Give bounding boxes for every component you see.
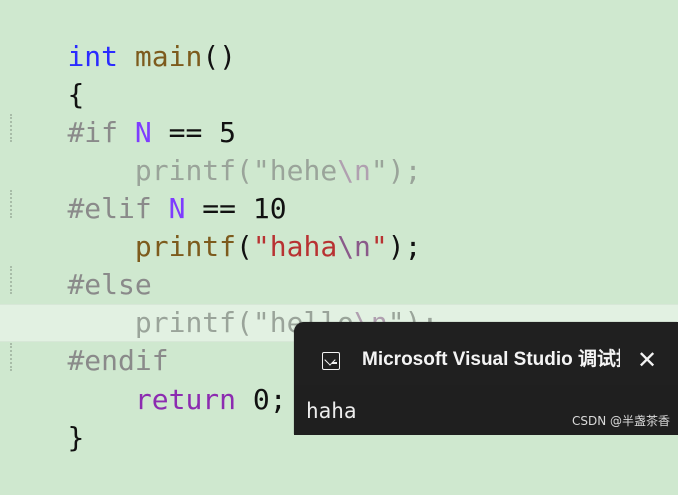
- watermark: CSDN @半盏茶香: [571, 414, 670, 428]
- console-titlebar[interactable]: Microsoft Visual Studio 调试控 ✕: [294, 322, 678, 385]
- code-line-7[interactable]: #else: [0, 228, 678, 301]
- code-line-6[interactable]: printf("haha\n");: [0, 190, 678, 263]
- close-icon[interactable]: ✕: [633, 346, 661, 374]
- code-line-4[interactable]: printf("hehe\n");: [0, 114, 678, 187]
- code-line-8[interactable]: printf("hello\n");: [0, 266, 678, 339]
- code-line-3[interactable]: #if N == 5: [0, 76, 678, 149]
- brace-token: }: [67, 421, 85, 454]
- code-line-2[interactable]: {: [0, 38, 678, 111]
- console-output: haha: [306, 399, 357, 423]
- debug-console-window[interactable]: Microsoft Visual Studio 调试控 ✕ haha CSDN …: [294, 322, 678, 435]
- console-title: Microsoft Visual Studio 调试控: [362, 349, 620, 370]
- code-line-5[interactable]: #elif N == 10: [0, 152, 678, 225]
- code-line-1[interactable]: int main(): [0, 0, 678, 73]
- terminal-icon: [322, 352, 340, 370]
